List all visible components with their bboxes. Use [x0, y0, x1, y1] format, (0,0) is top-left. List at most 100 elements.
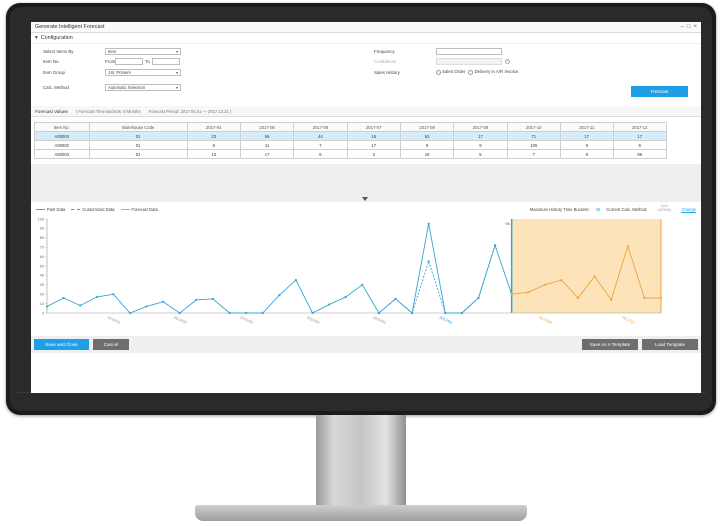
select-items-by-dropdown[interactable]: Item ▾: [105, 47, 181, 55]
table-cell: 105: [506, 140, 561, 150]
table-cell: 01: [88, 149, 188, 159]
load-template-button[interactable]: Load Template: [642, 339, 698, 350]
table-cell: 17: [239, 149, 295, 159]
past-data-point: [377, 311, 380, 315]
column-header[interactable]: 2017-11: [559, 122, 614, 132]
forecast-chart: 95 0 10 20 30 40 50 60 70 80 90 100 2014/03 2014/09 20…: [38, 217, 663, 325]
max-history-value[interactable]: 36: [596, 207, 601, 212]
legend-customized-data: Customized Data: [71, 206, 115, 212]
window-titlebar: Generate Intelligent Forecast – □ ×: [31, 22, 701, 33]
configuration-panel: Select Items By Item ▾ Item No. From To …: [31, 44, 701, 106]
legend-swatch: [71, 208, 81, 210]
frequency-input[interactable]: [436, 47, 502, 55]
table-row[interactable]: A00002 01 6 11 7 17 9 9 105 9 6: [34, 140, 667, 150]
y-tick-label: 70: [40, 246, 44, 250]
past-data-point: [444, 311, 447, 315]
item-group-dropdown[interactable]: J.B. Printers ▾: [105, 68, 181, 76]
chevron-down-icon: ▾: [175, 48, 178, 54]
calc-method-dropdown[interactable]: Automatic Selection ▾: [105, 83, 181, 91]
past-data-point: [79, 304, 82, 307]
forecast-button[interactable]: Forecast: [631, 86, 688, 97]
forecast-data-point: [527, 291, 530, 294]
calc-method-row: Calc. Method Automatic Selection ▾: [43, 83, 181, 91]
delivery-radio[interactable]: Delivery in A/R Invoice: [468, 69, 519, 75]
column-header[interactable]: 2017-10: [506, 122, 561, 132]
column-header[interactable]: 2017-09: [453, 122, 508, 132]
monitor-frame: Generate Intelligent Forecast – □ × ▾ Co…: [6, 3, 716, 415]
past-data-point: [62, 296, 65, 300]
x-tick-label: 2014/09: [173, 315, 187, 324]
column-header[interactable]: 2017-04: [186, 122, 241, 132]
column-header[interactable]: 2017-06: [293, 122, 348, 132]
table-row[interactable]: A00004 01 23 56 44 16 62 17 71 17 17: [34, 131, 667, 141]
table-row[interactable]: A00003 01 13 17 6 3 16 5 7 8 95: [34, 149, 667, 159]
change-link[interactable]: Change: [681, 207, 696, 212]
restore-icon[interactable]: □: [687, 24, 691, 30]
past-data-point: [211, 297, 215, 300]
past-data-point: [344, 295, 347, 299]
column-header[interactable]: 2017-12: [612, 122, 667, 132]
column-header[interactable]: Item No.: [34, 122, 90, 132]
forecast-time-buckets: ( Forecast Time Buckets: 9 Months: [75, 108, 141, 114]
help-icon[interactable]: ?: [505, 58, 510, 64]
footer-bar: Save and Close Cancel Save As A Template…: [31, 336, 701, 353]
y-tick-label: 10: [40, 302, 44, 306]
legend-past-data: Past Data: [36, 207, 65, 212]
cancel-button[interactable]: Cancel: [93, 339, 129, 350]
sales-history-label: Sales History: [374, 69, 400, 75]
table-cell: A00002: [34, 140, 90, 150]
column-header[interactable]: 2017-05: [239, 122, 295, 132]
column-header[interactable]: 2017-08: [399, 122, 455, 132]
past-data-point: [228, 311, 231, 315]
y-tick-label: 40: [40, 274, 44, 278]
table-cell: 16: [399, 149, 455, 159]
app-window: Generate Intelligent Forecast – □ × ▾ Co…: [31, 22, 701, 393]
delivery-label: Delivery in A/R Invoice: [474, 69, 519, 75]
table-cell: 71: [506, 131, 561, 141]
table-cell: 9: [559, 140, 614, 150]
table-cell: 44: [293, 131, 348, 141]
y-tick-label: 100: [38, 217, 44, 221]
table-cell: 01: [88, 140, 188, 150]
column-header[interactable]: 2017-07: [346, 122, 401, 132]
past-data-point: [328, 303, 331, 306]
forecast-data-point: [543, 283, 546, 286]
table-header-row: Item No. Warehouse Code 2017-04 2017-05 2017…: [34, 122, 667, 132]
past-data-point: [162, 300, 165, 303]
table-cell: 17: [559, 131, 614, 141]
confidence-input[interactable]: [436, 57, 502, 65]
item-no-from-label: From: [105, 58, 116, 64]
x-tick-label: 2016/03: [372, 315, 386, 324]
select-items-by-value: Item: [108, 48, 117, 54]
table-cell: 13: [186, 149, 241, 159]
configuration-section-header[interactable]: ▾ Configuration: [31, 33, 701, 44]
monitor-stand-base: [195, 505, 527, 521]
past-data-point: [361, 283, 364, 286]
splitter-area: [31, 164, 701, 202]
minimize-icon[interactable]: –: [681, 24, 684, 30]
save-as-template-button[interactable]: Save As A Template: [582, 339, 638, 350]
y-tick-label: 80: [40, 236, 44, 240]
current-calc-label: Current Calc. Method:: [606, 206, 648, 212]
column-header[interactable]: Warehouse Code: [88, 122, 188, 132]
select-items-by-row: Select Items By Item ▾: [43, 47, 181, 55]
item-no-from-input[interactable]: [115, 57, 143, 65]
past-data-point: [410, 311, 414, 315]
past-data-point: [178, 311, 181, 315]
past-data-point: [245, 311, 248, 315]
forecast-data-point: [626, 245, 629, 248]
frequency-label: Frequency: [374, 48, 395, 54]
item-no-to-input[interactable]: [152, 57, 180, 65]
sales-order-radio[interactable]: Sales Order: [436, 69, 465, 75]
table-cell: 95: [612, 149, 667, 159]
forecast-data-point: [560, 279, 563, 282]
expand-arrow-icon[interactable]: [362, 197, 368, 201]
y-tick-label: 0: [42, 311, 44, 315]
legend-label: Customized Data: [82, 206, 115, 212]
save-and-close-button[interactable]: Save and Close: [34, 339, 89, 350]
forecast-start-value-label: 95: [505, 222, 509, 226]
close-icon[interactable]: ×: [693, 24, 697, 30]
calc-method-value: Automatic Selection: [108, 84, 146, 90]
past-data-point: [128, 311, 132, 315]
collapse-triangle-icon[interactable]: ▾: [35, 35, 38, 41]
